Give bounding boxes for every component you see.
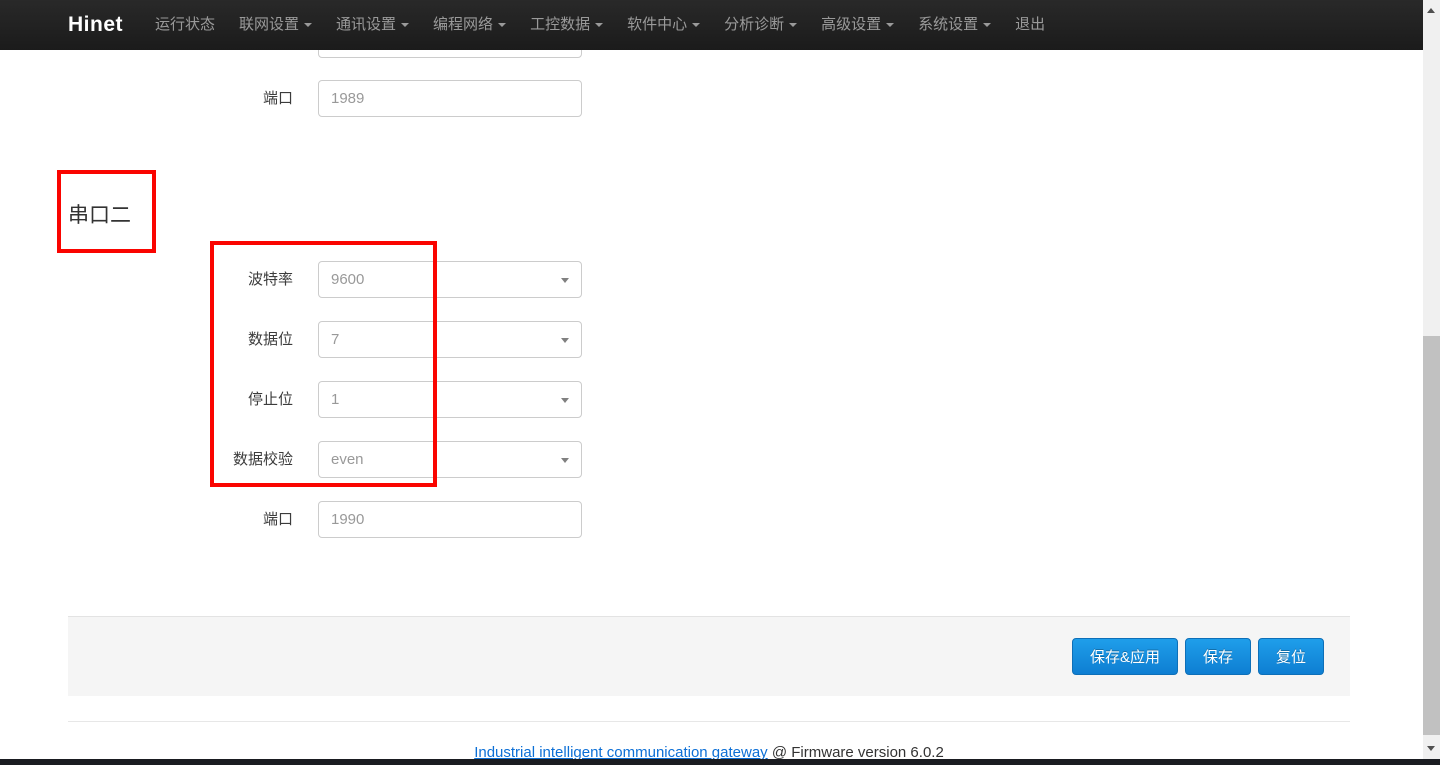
stop-bits-value: 1 bbox=[319, 382, 581, 417]
section-title-serial2: 串口二 bbox=[68, 199, 131, 229]
actions-group: 保存&应用 保存 复位 bbox=[1072, 638, 1324, 675]
nav-item-advanced-settings[interactable]: 高级设置 bbox=[809, 0, 906, 50]
port2-label: 端口 bbox=[68, 501, 293, 538]
nav-item-logout[interactable]: 退出 bbox=[1003, 0, 1057, 50]
nav-item-label: 高级设置 bbox=[821, 16, 881, 33]
brand-logo[interactable]: Hinet bbox=[0, 13, 123, 37]
form-row-stop-bits: 停止位 1 bbox=[0, 381, 720, 418]
scrollbar-thumb[interactable] bbox=[1423, 336, 1440, 735]
navbar: Hinet 运行状态 联网设置 通讯设置 编程网络 工控数据 软件中心 分析诊断… bbox=[0, 0, 1423, 50]
chevron-down-icon bbox=[595, 23, 603, 27]
nav-item-label: 编程网络 bbox=[433, 16, 493, 33]
nav-item-label: 系统设置 bbox=[918, 16, 978, 33]
stop-bits-label: 停止位 bbox=[68, 381, 293, 418]
nav-item-label: 分析诊断 bbox=[724, 16, 784, 33]
nav-item-industrial-data[interactable]: 工控数据 bbox=[518, 0, 615, 50]
nav-item-label: 运行状态 bbox=[155, 16, 215, 33]
chevron-down-icon bbox=[692, 23, 700, 27]
nav-item-software-center[interactable]: 软件中心 bbox=[615, 0, 712, 50]
data-bits-label: 数据位 bbox=[68, 321, 293, 358]
nav-item-label: 软件中心 bbox=[627, 16, 687, 33]
scroll-down-arrow-icon[interactable] bbox=[1427, 746, 1435, 751]
baud-rate-value: 9600 bbox=[319, 262, 581, 297]
dropdown-arrow-icon bbox=[561, 458, 569, 463]
nav-item-programming-network[interactable]: 编程网络 bbox=[421, 0, 518, 50]
footer-divider bbox=[68, 721, 1350, 722]
page: Hinet 运行状态 联网设置 通讯设置 编程网络 工控数据 软件中心 分析诊断… bbox=[0, 0, 1440, 765]
nav-item-label: 联网设置 bbox=[239, 16, 299, 33]
parity-select[interactable]: even bbox=[318, 441, 582, 478]
form-actions-bar: 保存&应用 保存 复位 bbox=[68, 616, 1350, 696]
vertical-scrollbar[interactable] bbox=[1423, 0, 1440, 765]
form-row-data-bits: 数据位 7 bbox=[0, 321, 720, 358]
port1-input[interactable] bbox=[318, 80, 582, 117]
dropdown-arrow-icon bbox=[561, 398, 569, 403]
nav-item-label: 通讯设置 bbox=[336, 16, 396, 33]
nav-item-system-settings[interactable]: 系统设置 bbox=[906, 0, 1003, 50]
parity-value: even bbox=[319, 442, 581, 477]
nav-item-comm-settings[interactable]: 通讯设置 bbox=[324, 0, 421, 50]
form-row-parity: 数据校验 even bbox=[0, 441, 720, 478]
chevron-down-icon bbox=[983, 23, 991, 27]
save-apply-button[interactable]: 保存&应用 bbox=[1072, 638, 1178, 675]
nav-item-analysis-diagnosis[interactable]: 分析诊断 bbox=[712, 0, 809, 50]
save-button[interactable]: 保存 bbox=[1185, 638, 1251, 675]
form-row-baud-rate: 波特率 9600 bbox=[0, 261, 720, 298]
stop-bits-select[interactable]: 1 bbox=[318, 381, 582, 418]
port1-label: 端口 bbox=[68, 80, 293, 117]
baud-rate-label: 波特率 bbox=[68, 261, 293, 298]
chevron-down-icon bbox=[789, 23, 797, 27]
chevron-down-icon bbox=[401, 23, 409, 27]
chevron-down-icon bbox=[304, 23, 312, 27]
data-bits-value: 7 bbox=[319, 322, 581, 357]
nav-item-label: 退出 bbox=[1015, 16, 1045, 33]
dropdown-arrow-icon bbox=[561, 278, 569, 283]
scroll-up-arrow-icon[interactable] bbox=[1427, 8, 1435, 13]
reset-button[interactable]: 复位 bbox=[1258, 638, 1324, 675]
dropdown-arrow-icon bbox=[561, 338, 569, 343]
data-bits-select[interactable]: 7 bbox=[318, 321, 582, 358]
nav-item-label: 工控数据 bbox=[530, 16, 590, 33]
taskbar-edge-strip bbox=[0, 759, 1440, 765]
port2-input[interactable] bbox=[318, 501, 582, 538]
nav-item-run-status[interactable]: 运行状态 bbox=[143, 0, 227, 50]
form-row-port2: 端口 bbox=[0, 501, 720, 538]
form-row-port1: 端口 bbox=[0, 80, 720, 117]
baud-rate-select[interactable]: 9600 bbox=[318, 261, 582, 298]
parity-label: 数据校验 bbox=[68, 441, 293, 478]
chevron-down-icon bbox=[886, 23, 894, 27]
chevron-down-icon bbox=[498, 23, 506, 27]
nav-item-network-settings[interactable]: 联网设置 bbox=[227, 0, 324, 50]
